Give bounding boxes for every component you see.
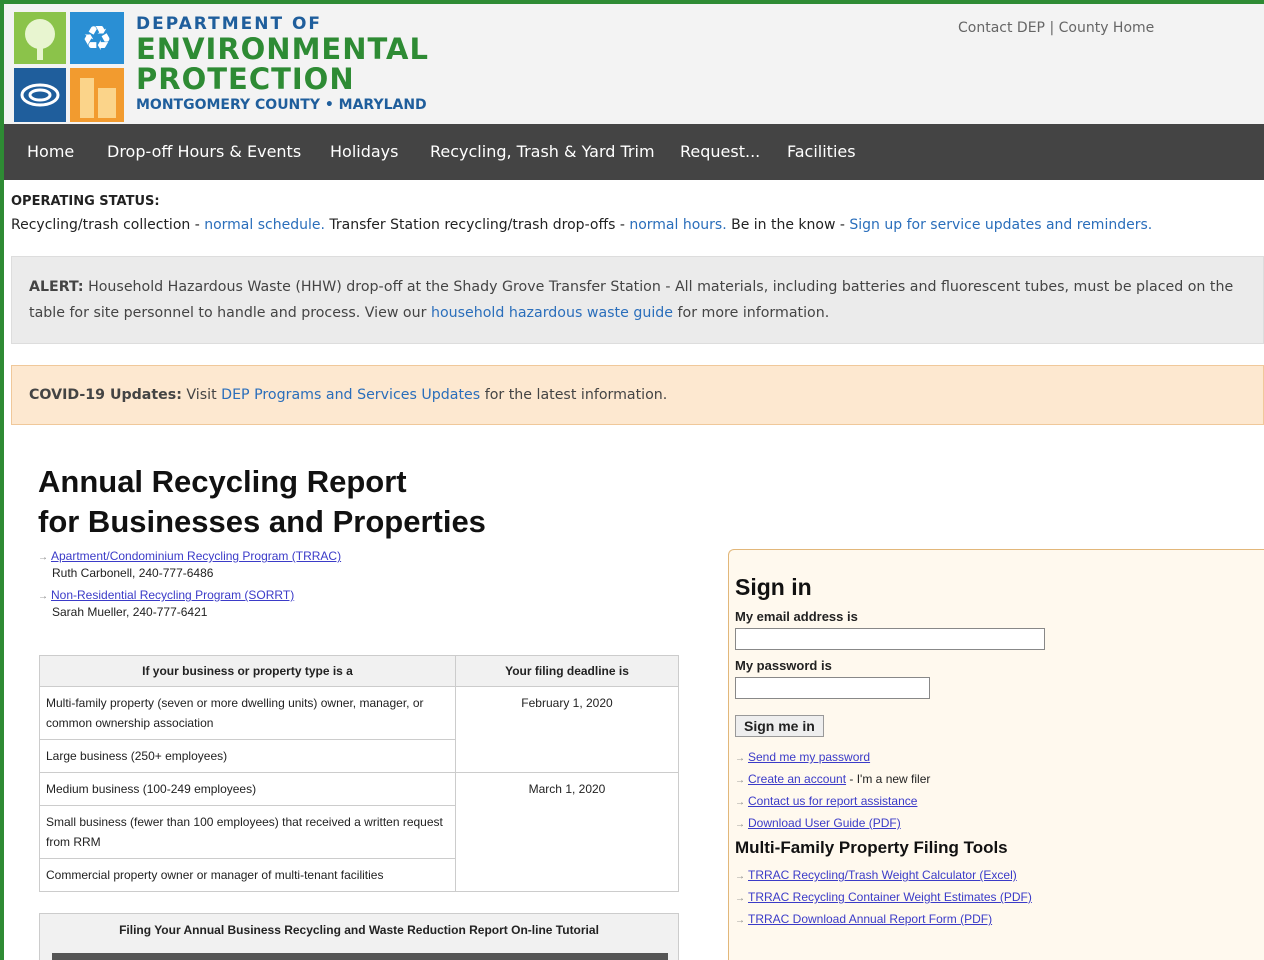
arrow-icon: →	[38, 552, 48, 563]
list-item: → Send me my password	[735, 750, 1258, 764]
container-weight-link[interactable]: TRRAC Recycling Container Weight Estimat…	[748, 890, 1032, 904]
status-text-2: Transfer Station recycling/trash drop-of…	[324, 217, 630, 233]
logo-department: DEPARTMENT OF	[136, 14, 323, 34]
logo-environmental: ENVIRONMENTAL	[136, 32, 429, 66]
contact-trrac: → Apartment/Condominium Recycling Program…	[38, 549, 341, 580]
weight-calculator-link[interactable]: TRRAC Recycling/Trash Weight Calculator …	[748, 868, 1017, 882]
covid-label: COVID-19 Updates:	[29, 387, 182, 403]
contact-sorrt: → Non-Residential Recycling Program (SORR…	[38, 588, 341, 619]
program-contacts: → Apartment/Condominium Recycling Program…	[38, 549, 341, 627]
contact-assistance-link[interactable]: Contact us for report assistance	[748, 794, 917, 808]
annual-report-form-link[interactable]: TRRAC Download Annual Report Form (PDF)	[748, 912, 992, 926]
dep-logo-icon[interactable]: ♻	[14, 12, 124, 122]
password-field[interactable]	[735, 677, 930, 699]
sign-in-title: Sign in	[735, 574, 812, 600]
password-label: My password is	[735, 658, 832, 673]
top-links: Contact DEP | County Home	[958, 20, 1154, 36]
status-line: Recycling/trash collection - normal sche…	[11, 217, 1261, 233]
logo-county: MONTGOMERY COUNTY • MARYLAND	[136, 97, 427, 113]
covid-text-1: Visit	[181, 387, 222, 403]
arrow-icon: →	[735, 753, 745, 764]
table-header-type: If your business or property type is a	[39, 655, 456, 687]
table-cell-type: Large business (250+ employees)	[39, 739, 456, 773]
arrow-icon: →	[735, 871, 745, 882]
normal-hours-link[interactable]: normal hours.	[629, 217, 726, 233]
filing-deadline-table: If your business or property type is a Y…	[39, 655, 679, 892]
send-password-link[interactable]: Send me my password	[748, 750, 870, 764]
sorrt-program-link[interactable]: Non-Residential Recycling Program (SORRT…	[51, 588, 294, 602]
email-label: My email address is	[735, 609, 858, 624]
nav-request[interactable]: Request...	[680, 124, 760, 180]
sorrt-contact-person: Sarah Mueller, 240-777-6421	[52, 605, 208, 619]
arrow-icon: →	[735, 775, 745, 786]
site-header: ♻ DEPARTMENT OF ENVIRONMENTAL PROTECTION…	[4, 4, 1264, 124]
svg-text:♻: ♻	[82, 19, 112, 59]
filing-tools-links: → TRRAC Recycling/Trash Weight Calculator…	[735, 868, 1258, 926]
table-cell-type: Medium business (100-249 employees)	[39, 772, 456, 806]
operating-status: OPERATING STATUS: Recycling/trash collec…	[11, 194, 1261, 233]
table-cell-type: Commercial property owner or manager of …	[39, 858, 456, 892]
filing-tools-title: Multi-Family Property Filing Tools	[735, 838, 1008, 857]
nav-home[interactable]: Home	[27, 124, 74, 180]
trrac-program-link[interactable]: Apartment/Condominium Recycling Program …	[51, 549, 341, 563]
main-nav: Home Drop-off Hours & Events Holidays Re…	[4, 124, 1264, 180]
list-item: → Create an account - I'm a new filer	[735, 772, 1258, 786]
list-item: → TRRAC Recycling Container Weight Estima…	[735, 890, 1258, 904]
tutorial-video-player[interactable]	[52, 953, 668, 960]
list-item: → TRRAC Download Annual Report Form (PDF)	[735, 912, 1258, 926]
email-field[interactable]	[735, 628, 1045, 650]
nav-recycling-trash[interactable]: Recycling, Trash & Yard Trim	[430, 124, 655, 180]
table-cell-type: Multi-family property (seven or more dwe…	[39, 686, 456, 740]
logo-protection: PROTECTION	[136, 62, 355, 96]
alert-label: ALERT:	[29, 279, 84, 295]
tutorial-title: Filing Your Annual Business Recycling an…	[119, 923, 599, 937]
table-cell-deadline: February 1, 2020	[455, 686, 679, 773]
table-header-deadline: Your filing deadline is	[455, 655, 679, 687]
page-title-line-2: for Businesses and Properties	[38, 504, 486, 539]
status-text-1: Recycling/trash collection -	[11, 217, 205, 233]
contact-dep-link[interactable]: Contact DEP	[958, 20, 1045, 36]
table-header-row: If your business or property type is a Y…	[39, 655, 679, 687]
covid-text-2: for the latest information.	[480, 387, 668, 403]
hhw-guide-link[interactable]: household hazardous waste guide	[431, 305, 673, 321]
table-row: Multi-family property (seven or more dwe…	[39, 686, 679, 773]
top-links-separator: |	[1049, 20, 1055, 36]
list-item: → Download User Guide (PDF)	[735, 816, 1258, 830]
sign-in-panel: Sign in My email address is My password …	[728, 549, 1264, 960]
arrow-icon: →	[735, 819, 745, 830]
nav-holidays[interactable]: Holidays	[330, 124, 398, 180]
trrac-contact-person: Ruth Carbonell, 240-777-6486	[52, 566, 214, 580]
nav-facilities[interactable]: Facilities	[787, 124, 856, 180]
user-guide-link[interactable]: Download User Guide (PDF)	[748, 816, 901, 830]
status-text-3: Be in the know -	[726, 217, 850, 233]
arrow-icon: →	[735, 893, 745, 904]
arrow-icon: →	[38, 591, 48, 602]
table-cell-deadline: March 1, 2020	[455, 772, 679, 892]
list-item: → TRRAC Recycling/Trash Weight Calculator…	[735, 868, 1258, 882]
page-title: Annual Recycling Report for Businesses a…	[38, 462, 486, 542]
hhw-alert: ALERT: Household Hazardous Waste (HHW) d…	[11, 256, 1264, 344]
create-account-note: - I'm a new filer	[846, 772, 931, 786]
covid-banner: COVID-19 Updates: Visit DEP Programs and…	[11, 365, 1264, 425]
dep-updates-link[interactable]: DEP Programs and Services Updates	[221, 387, 480, 403]
sign-in-button[interactable]: Sign me in	[735, 715, 824, 737]
nav-drop-off-hours[interactable]: Drop-off Hours & Events	[107, 124, 301, 180]
county-home-link[interactable]: County Home	[1059, 20, 1155, 36]
arrow-icon: →	[735, 797, 745, 808]
table-row: Medium business (100-249 employees) Marc…	[39, 772, 679, 892]
sign-up-updates-link[interactable]: Sign up for service updates and reminder…	[849, 217, 1152, 233]
list-item: → Contact us for report assistance	[735, 794, 1258, 808]
arrow-icon: →	[735, 915, 745, 926]
tutorial-section: Filing Your Annual Business Recycling an…	[39, 913, 679, 960]
table-cell-type: Small business (fewer than 100 employees…	[39, 805, 456, 859]
normal-schedule-link[interactable]: normal schedule.	[204, 217, 325, 233]
page-title-line-1: Annual Recycling Report	[38, 464, 407, 499]
status-title: OPERATING STATUS:	[11, 194, 160, 209]
sign-in-links: → Send me my password → Create an account …	[735, 750, 1258, 830]
create-account-link[interactable]: Create an account	[748, 772, 846, 786]
alert-text-2: for more information.	[673, 305, 830, 321]
logo-text[interactable]: DEPARTMENT OF ENVIRONMENTAL PROTECTION M…	[136, 14, 429, 113]
